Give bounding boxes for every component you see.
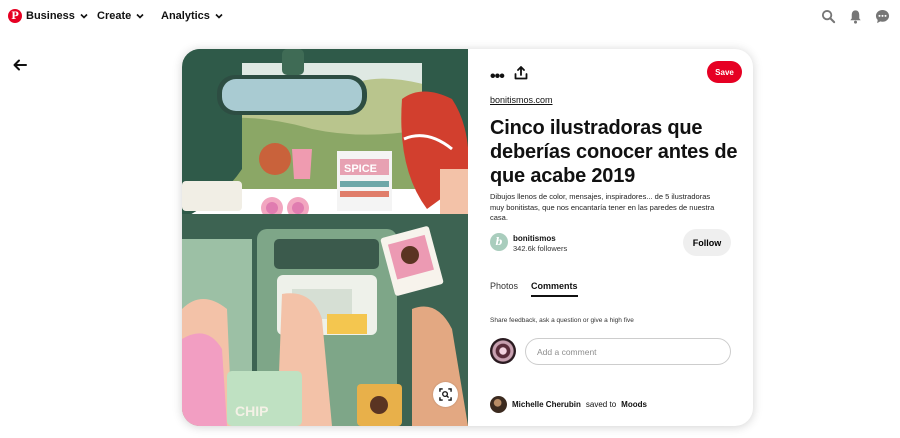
- tab-photos[interactable]: Photos: [490, 281, 518, 291]
- board-name[interactable]: Moods: [621, 400, 647, 409]
- source-link[interactable]: bonitismos.com: [490, 95, 553, 105]
- comments-hint: Share feedback, ask a question or give a…: [490, 317, 634, 324]
- comment-input[interactable]: [525, 338, 731, 365]
- more-options-icon[interactable]: •••: [490, 68, 505, 86]
- search-icon[interactable]: [821, 9, 836, 24]
- analytics-menu-label: Analytics: [161, 10, 210, 22]
- current-user-avatar: [490, 338, 516, 364]
- saved-by-row: Michelle Cherubin saved to Moods: [490, 396, 647, 413]
- notifications-bell-icon[interactable]: [848, 9, 863, 24]
- analytics-menu[interactable]: Analytics: [161, 10, 224, 22]
- create-menu-label: Create: [97, 10, 132, 22]
- pin-title: Cinco ilustradoras que deberías conocer …: [490, 117, 738, 187]
- back-arrow-icon[interactable]: [12, 57, 28, 73]
- follow-button[interactable]: Follow: [683, 229, 731, 256]
- create-menu[interactable]: Create: [97, 10, 145, 22]
- pin-image[interactable]: SPICE CHIP: [182, 49, 468, 426]
- profile-name[interactable]: bonitismos: [513, 234, 556, 243]
- saved-to-text: saved to: [585, 400, 617, 409]
- pinterest-logo-icon[interactable]: P: [8, 9, 22, 23]
- top-navigation-bar: P Business Create Analytics: [0, 0, 900, 34]
- follower-count: 342.6k followers: [513, 244, 568, 253]
- spice-text: SPICE: [344, 163, 377, 175]
- visual-search-icon: [439, 388, 452, 401]
- saver-name[interactable]: Michelle Cherubin: [512, 400, 581, 409]
- messages-icon[interactable]: [875, 9, 890, 24]
- save-button[interactable]: Save: [707, 61, 742, 83]
- business-menu[interactable]: Business: [26, 10, 89, 22]
- chevron-down-icon: [136, 13, 144, 19]
- chips-text: CHIP: [235, 403, 268, 419]
- profile-avatar[interactable]: b: [490, 233, 508, 251]
- tab-comments[interactable]: Comments: [531, 281, 578, 297]
- chevron-down-icon: [215, 13, 223, 19]
- pin-illustration: SPICE CHIP: [182, 49, 468, 426]
- saver-avatar[interactable]: [490, 396, 507, 413]
- pin-closeup-card: SPICE CHIP ••• Save bonitismos.com Cinco…: [182, 49, 753, 426]
- share-icon[interactable]: [514, 66, 528, 80]
- visual-search-button[interactable]: [433, 382, 458, 407]
- business-menu-label: Business: [26, 10, 75, 22]
- chevron-down-icon: [80, 13, 88, 19]
- pin-description: Dibujos llenos de color, mensajes, inspi…: [490, 192, 715, 222]
- pin-details-panel: ••• Save bonitismos.com Cinco ilustrador…: [468, 49, 753, 426]
